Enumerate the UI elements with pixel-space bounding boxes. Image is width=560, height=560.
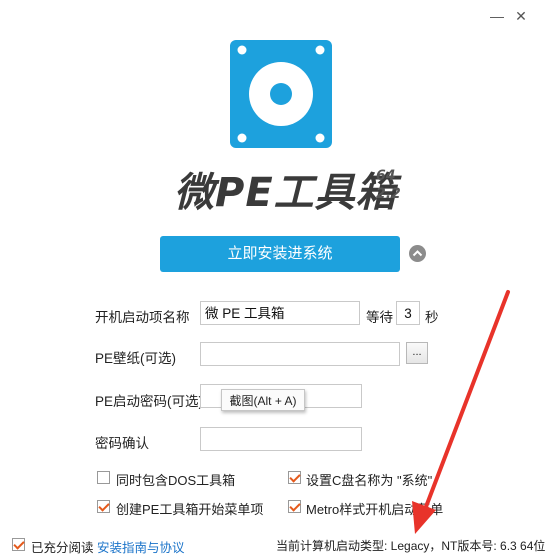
app-logo xyxy=(230,40,332,148)
option-metro-menu-checkbox[interactable] xyxy=(288,500,301,513)
wait-label: 等待 xyxy=(366,310,393,325)
install-button[interactable]: 立即安装进系统 xyxy=(160,236,400,272)
agree-label: 已充分阅读 xyxy=(31,541,94,555)
wallpaper-label: PE壁纸(可选) xyxy=(95,351,176,366)
product-title: 微PE工具箱 xyxy=(174,170,397,216)
wait-seconds-input[interactable]: 3 xyxy=(396,301,420,325)
confirm-password-input[interactable] xyxy=(200,427,362,451)
boot-type-status: 当前计算机启动类型: Legacy，NT版本号: 6.3 64位 xyxy=(276,539,546,553)
chevron-up-icon[interactable] xyxy=(409,245,426,262)
agree-checkbox[interactable] xyxy=(12,538,25,551)
install-guide-link[interactable]: 安装指南与协议 xyxy=(97,537,185,556)
option-c-drive-name-checkbox[interactable] xyxy=(288,471,301,484)
option-metro-menu-label: Metro样式开机启动菜单 xyxy=(306,502,444,517)
option-dos-toolbox-label: 同时包含DOS工具箱 xyxy=(116,473,236,488)
boot-name-input[interactable]: 微 PE 工具箱 xyxy=(200,301,360,325)
product-version: 2.2 xyxy=(376,186,401,202)
option-dos-toolbox-checkbox[interactable] xyxy=(97,471,110,484)
seconds-label: 秒 xyxy=(425,310,439,325)
minimize-button[interactable]: — xyxy=(486,6,508,26)
wallpaper-input[interactable] xyxy=(200,342,400,366)
screenshot-tooltip: 截图(Alt + A) xyxy=(221,389,305,411)
confirm-password-label: 密码确认 xyxy=(95,436,149,451)
option-start-menu-checkbox[interactable] xyxy=(97,500,110,513)
close-button[interactable]: ✕ xyxy=(510,6,532,26)
option-start-menu-label: 创建PE工具箱开始菜单项 xyxy=(116,502,264,517)
browse-button[interactable]: ... xyxy=(406,342,428,364)
option-c-drive-name-label: 设置C盘名称为 "系统" xyxy=(306,473,433,488)
product-arch: 64 xyxy=(376,168,396,184)
boot-name-label: 开机启动项名称 xyxy=(95,310,190,325)
password-label: PE启动密码(可选) xyxy=(95,394,203,409)
